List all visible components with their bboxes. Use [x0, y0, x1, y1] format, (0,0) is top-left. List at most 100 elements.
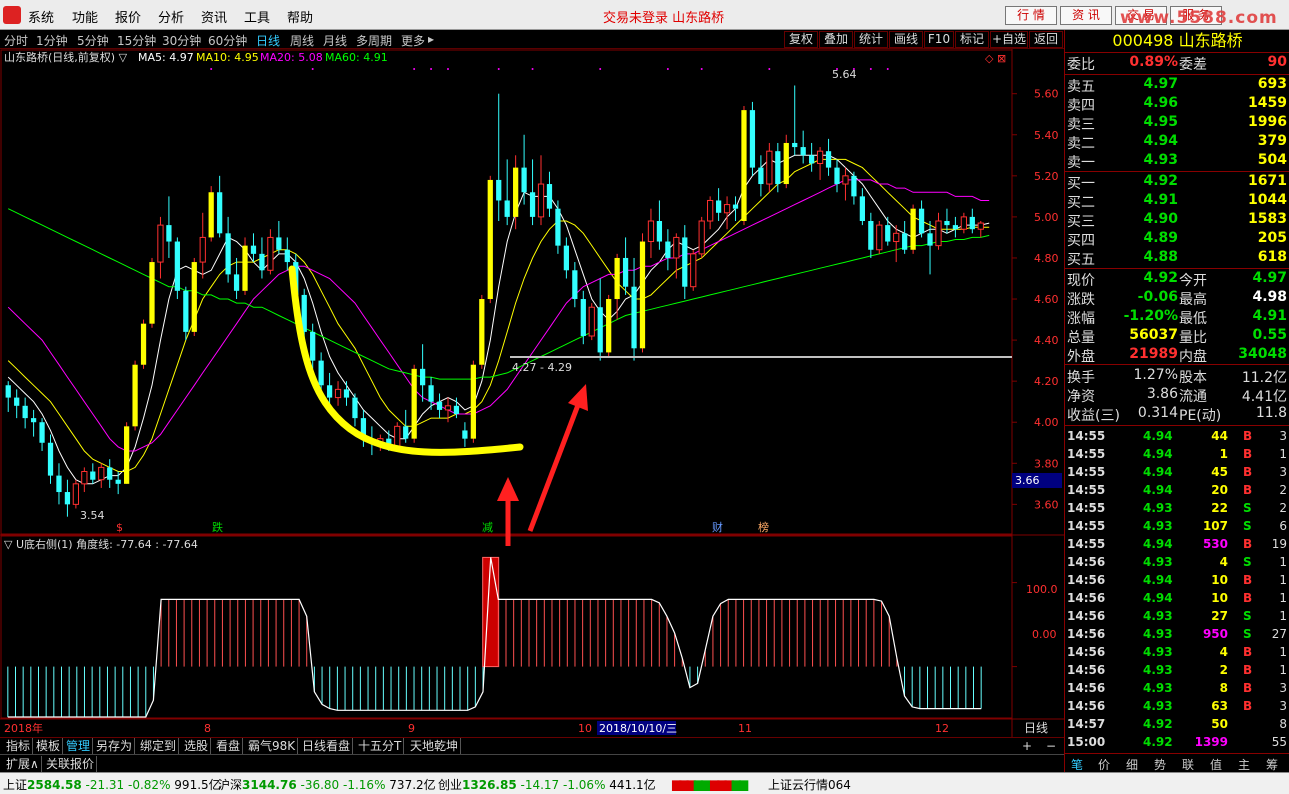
menu-system[interactable]: 系统 — [28, 7, 54, 26]
menu-analysis[interactable]: 分析 — [158, 7, 184, 26]
marker-reduce[interactable]: 减 — [482, 521, 493, 534]
tab-98k[interactable]: 霸气98K — [246, 738, 299, 754]
menu-help[interactable]: 帮助 — [287, 7, 313, 26]
tick-row[interactable]: 14:57 4.92 50 8 — [1065, 715, 1289, 733]
period-timeshare[interactable]: 分时 — [4, 32, 28, 49]
tick-row[interactable]: 14:55 4.93 22 S 2 — [1065, 499, 1289, 517]
tick-row[interactable]: 14:56 4.93 4 S 1 — [1065, 553, 1289, 571]
btn-restore-rights[interactable]: 复权 — [784, 31, 818, 48]
menu-tools[interactable]: 工具 — [244, 7, 270, 26]
btn-back[interactable]: 返回 — [1029, 31, 1063, 48]
btn-overlay[interactable]: 叠加 — [819, 31, 853, 48]
menu-news[interactable]: 资讯 — [201, 7, 227, 26]
menu-quote[interactable]: 报价 — [115, 7, 141, 26]
tab-bind-to[interactable]: 绑定到 — [138, 738, 180, 754]
tab-manage[interactable]: 管理 — [64, 738, 94, 754]
btn-market[interactable]: 行 情 — [1005, 6, 1057, 25]
tick-row[interactable]: 14:56 4.93 27 S 1 — [1065, 607, 1289, 625]
period-weekly[interactable]: 周线 — [290, 32, 314, 49]
tab-trend[interactable]: 势 — [1154, 756, 1166, 773]
stat-row[interactable]: 涨跌 -0.06 最高 4.98 — [1065, 289, 1289, 308]
tab-main[interactable]: 主 — [1238, 756, 1250, 773]
tab-tick[interactable]: 笔 — [1071, 756, 1083, 773]
buy-row[interactable]: 买三 4.90 1583 — [1065, 211, 1289, 230]
marker-finance[interactable]: 财 — [712, 520, 723, 534]
btn-mark[interactable]: 标记 — [955, 31, 989, 48]
tab-daily-watch[interactable]: 日线看盘 — [300, 738, 354, 754]
diamond-icon[interactable]: ◇ ⊠ — [985, 52, 1006, 65]
tab-chips[interactable]: 筹 — [1266, 756, 1278, 773]
zoom-out-button[interactable]: − — [1044, 738, 1058, 754]
tab-tiandi[interactable]: 天地乾坤 — [408, 738, 462, 754]
sell-row[interactable]: 卖四 4.96 1459 — [1065, 95, 1289, 114]
period-60min[interactable]: 60分钟 — [208, 32, 247, 49]
tick-row[interactable]: 14:55 4.94 530 B 19 — [1065, 535, 1289, 553]
tick-row[interactable]: 14:55 4.94 44 B 3 — [1065, 427, 1289, 445]
tab-15min-t[interactable]: 十五分T — [356, 738, 405, 754]
marker-dollar[interactable]: $ — [116, 521, 123, 534]
chart-area[interactable]: 3.60 3.80 4.00 4.20 4.40 4.60 4.80 5.00 5.20 5.40… — [0, 49, 1064, 741]
sell-row[interactable]: 卖一 4.93 504 — [1065, 152, 1289, 171]
stat-row[interactable]: 外盘 21989 内盘 34048 — [1065, 346, 1289, 365]
tick-row[interactable]: 14:56 4.93 2 B 1 — [1065, 661, 1289, 679]
tick-row[interactable]: 14:56 4.93 4 B 1 — [1065, 643, 1289, 661]
period-5min[interactable]: 5分钟 — [77, 32, 109, 49]
tab-indicator[interactable]: 指标 — [4, 738, 34, 754]
index-sz[interactable]: 沪深3144.76 -36.80 -1.16% 737.2亿 — [218, 776, 436, 793]
tick-row[interactable]: 14:56 4.94 10 B 1 — [1065, 589, 1289, 607]
marker-rank[interactable]: 榜 — [758, 520, 769, 534]
stat-row[interactable]: 现价 4.92 今开 4.97 — [1065, 270, 1289, 289]
period-1min[interactable]: 1分钟 — [36, 32, 68, 49]
chevron-right-icon[interactable]: ▸ — [428, 32, 434, 46]
tab-detail[interactable]: 细 — [1126, 756, 1138, 773]
buy-row[interactable]: 买四 4.89 205 — [1065, 230, 1289, 249]
kline-chart[interactable]: 3.60 3.80 4.00 4.20 4.40 4.60 4.80 5.00 5.20 5.40… — [0, 49, 1064, 741]
buy-row[interactable]: 买五 4.88 618 — [1065, 249, 1289, 268]
stat-row[interactable]: 总量 56037 量比 0.55 — [1065, 327, 1289, 346]
tab-save-as[interactable]: 另存为 — [94, 738, 136, 754]
period-daily[interactable]: 日线 — [256, 32, 280, 49]
xaxis-mode-label[interactable]: 日线 — [1024, 721, 1048, 735]
sell-row[interactable]: 卖五 4.97 693 — [1065, 76, 1289, 95]
tab-value[interactable]: 值 — [1210, 756, 1222, 773]
period-30min[interactable]: 30分钟 — [162, 32, 201, 49]
tick-row[interactable]: 14:55 4.93 107 S 6 — [1065, 517, 1289, 535]
sell-row[interactable]: 卖三 4.95 1996 — [1065, 114, 1289, 133]
stat2-row[interactable]: 换手 1.27% 股本 11.2亿 — [1065, 367, 1289, 386]
stat-row[interactable]: 涨幅 -1.20% 最低 4.91 — [1065, 308, 1289, 327]
buy-row[interactable]: 买二 4.91 1044 — [1065, 192, 1289, 211]
tick-row[interactable]: 14:56 4.93 950 S 27 — [1065, 625, 1289, 643]
period-15min[interactable]: 15分钟 — [117, 32, 156, 49]
tab-related[interactable]: 联 — [1182, 756, 1194, 773]
btn-f10[interactable]: F10 — [924, 31, 954, 48]
tick-row[interactable]: 14:56 4.93 63 B 3 — [1065, 697, 1289, 715]
btn-add-favorite[interactable]: +自选 — [990, 31, 1028, 48]
related-quote-button[interactable]: 关联报价 — [44, 756, 98, 772]
zoom-in-button[interactable]: + — [1020, 738, 1034, 754]
tab-watch[interactable]: 看盘 — [214, 738, 244, 754]
cloud-status[interactable]: 上证云行情064 — [768, 776, 851, 793]
tab-template[interactable]: 模板 — [34, 738, 64, 754]
sell-row[interactable]: 卖二 4.94 379 — [1065, 133, 1289, 152]
btn-statistics[interactable]: 统计 — [854, 31, 888, 48]
menu-function[interactable]: 功能 — [72, 7, 98, 26]
period-multi[interactable]: 多周期 — [356, 32, 392, 49]
period-monthly[interactable]: 月线 — [323, 32, 347, 49]
tick-row[interactable]: 15:00 4.92 1399 55 — [1065, 733, 1289, 751]
period-more[interactable]: 更多 — [401, 32, 425, 49]
btn-news[interactable]: 资 讯 — [1060, 6, 1112, 25]
index-sh[interactable]: 上证2584.58 -21.31 -0.82% 991.5亿 — [3, 776, 221, 793]
expand-button[interactable]: 扩展∧ — [4, 756, 42, 772]
stat2-row[interactable]: 收益(三) 0.314 PE(动) 11.8 — [1065, 405, 1289, 424]
buy-row[interactable]: 买一 4.92 1671 — [1065, 173, 1289, 192]
tab-stock-select[interactable]: 选股 — [182, 738, 212, 754]
tab-price[interactable]: 价 — [1098, 756, 1110, 773]
tick-row[interactable]: 14:55 4.94 45 B 3 — [1065, 463, 1289, 481]
tick-row[interactable]: 14:55 4.94 20 B 2 — [1065, 481, 1289, 499]
tick-row[interactable]: 14:56 4.94 10 B 1 — [1065, 571, 1289, 589]
tick-row[interactable]: 14:56 4.93 8 B 3 — [1065, 679, 1289, 697]
btn-draw[interactable]: 画线 — [889, 31, 923, 48]
stat2-row[interactable]: 净资 3.86 流通 4.41亿 — [1065, 386, 1289, 405]
marker-drop[interactable]: 跌 — [212, 520, 223, 534]
tick-row[interactable]: 14:55 4.94 1 B 1 — [1065, 445, 1289, 463]
